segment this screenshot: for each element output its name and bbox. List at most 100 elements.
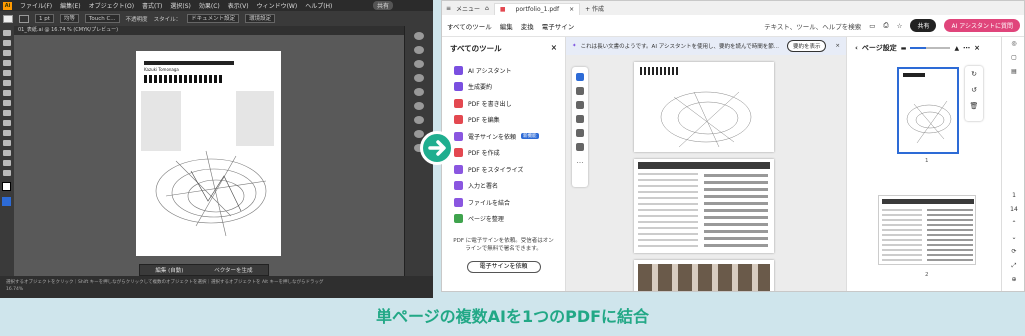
zoom-out-icon[interactable]: ▬ [901,45,907,52]
illustrator-canvas[interactable]: Kazuki Tomonaga [14,35,404,260]
delete-icon[interactable]: 🗑 [965,98,983,114]
rotate-ccw-icon[interactable]: ↺ [965,82,983,98]
zoom-out-rail-icon[interactable]: ⊖ [1002,287,1024,291]
artboard[interactable]: Kazuki Tomonaga [136,51,281,256]
transparency-panel-icon[interactable] [414,116,424,124]
stamp-icon[interactable] [576,143,584,151]
opacity-label[interactable]: 不透明度 [126,15,148,23]
type-tool-icon[interactable] [3,70,11,76]
close-tab-icon[interactable]: × [569,6,574,13]
home-icon[interactable]: ⌂ [485,5,489,12]
tool-request-esign[interactable]: 電子サインを依頼 新機能 [442,128,565,145]
show-summary-button[interactable]: 要約を表示 [786,40,827,52]
tool-fill-sign[interactable]: 入力と署名 [442,178,565,195]
zoom-tool-icon[interactable] [3,170,11,176]
page-down-icon[interactable]: ⌄ [1002,231,1024,245]
rotate-tool-icon[interactable] [3,100,11,106]
search-field[interactable]: テキスト、ツール、ヘルプを検索 [764,21,861,31]
menu-view[interactable]: 表示(V) [228,1,249,10]
edit-auto-button[interactable]: 編集 (自動) [155,266,183,274]
tab-esign[interactable]: 電子サイン [542,21,575,31]
menu-help[interactable]: ヘルプ(H) [305,1,332,10]
tab-edit[interactable]: 編集 [500,21,513,31]
bookmark-icon[interactable]: ☆ [897,22,903,30]
eyedropper-tool-icon[interactable] [3,150,11,156]
document-setup-button[interactable]: ドキュメント設定 [187,14,240,23]
rectangle-tool-icon[interactable] [3,90,11,96]
page-thumb-2[interactable] [878,195,976,265]
save-icon[interactable]: ▭ [869,22,875,30]
menu-object[interactable]: オブジェクト(O) [89,1,134,10]
rotate-cw-icon[interactable]: ↻ [965,66,983,82]
zoom-level[interactable]: 16.74% [6,286,427,293]
tool-ai-assistant[interactable]: AI アシスタント [442,62,565,79]
print-icon[interactable]: ⎙ [883,21,888,30]
swatches-panel-icon[interactable] [414,88,424,96]
pen-tool-icon[interactable] [3,50,11,56]
thumbnail-size-slider[interactable] [910,47,951,49]
menu-icon[interactable]: ≡ [446,5,451,12]
pages-icon[interactable]: ▤ [1002,65,1024,79]
close-panel-icon[interactable]: × [551,43,557,54]
line-tool-icon[interactable] [3,80,11,86]
text-box-icon[interactable] [576,129,584,137]
fit-page-icon[interactable]: ⤢ [1002,259,1024,273]
preferences-button[interactable]: 環境設定 [245,14,276,23]
comment-icon[interactable]: ▢ [1002,51,1024,65]
page-current[interactable]: 1 [1002,189,1024,203]
width-tool-icon[interactable] [3,120,11,126]
zoom-in-icon[interactable]: ▲ [954,45,959,52]
zoom-icon[interactable] [576,87,584,95]
request-esign-button[interactable]: 電子サインを依頼 [466,261,541,273]
tool-export-pdf[interactable]: PDF を書き出し [442,95,565,112]
shape-builder-tool-icon[interactable] [3,130,11,136]
select-cursor-icon[interactable] [576,73,584,81]
screen-mode-icon[interactable] [2,197,11,206]
gradient-tool-icon[interactable] [3,140,11,146]
layers-panel-icon[interactable] [414,46,424,54]
libraries-panel-icon[interactable] [414,60,424,68]
illustrator-share-button[interactable]: 共有 [372,1,393,10]
tool-edit-pdf[interactable]: PDF を編集 [442,112,565,129]
hand-tool-icon[interactable] [3,160,11,166]
properties-panel-icon[interactable] [414,32,424,40]
ai-chat-icon[interactable]: ◎ [1002,37,1024,51]
fill-color-icon[interactable] [2,182,11,191]
document-tab[interactable]: ■ portfolio_1.pdf × [493,3,581,15]
menu-file[interactable]: ファイル(F) [20,1,52,10]
refresh-icon[interactable]: ⟳ [1002,245,1024,259]
new-tab-button[interactable]: + 作成 [585,4,604,13]
menu-window[interactable]: ウィンドウ(W) [257,1,298,10]
zoom-in-rail-icon[interactable]: ⊕ [1002,273,1024,287]
page-up-icon[interactable]: ⌃ [1002,217,1024,231]
document-tab[interactable]: 01_表紙.ai @ 16.74 % (CMYK/プレビュー) [14,26,404,35]
ai-assistant-button[interactable]: AI アシスタントに質問 [944,19,1020,32]
menu-effect[interactable]: 効果(C) [199,1,220,10]
menu-type[interactable]: 書式(T) [142,1,162,10]
stroke-weight-field[interactable]: 1 pt [35,14,54,23]
brush-tool-icon[interactable] [3,60,11,66]
tool-summary[interactable]: 生成要約 [442,79,565,96]
close-page-panel-icon[interactable]: × [974,44,980,52]
tool-organize-pages[interactable]: ページを整理 [442,211,565,228]
tab-all-tools[interactable]: すべてのツール [447,21,492,31]
scale-tool-icon[interactable] [3,110,11,116]
comment-pen-icon[interactable] [576,101,584,109]
stroke-profile[interactable]: 均等 [59,14,79,23]
stroke-panel-icon[interactable] [414,102,424,110]
close-banner-icon[interactable]: × [835,43,840,49]
tool-combine-files[interactable]: ファイルを結合 [442,194,565,211]
draw-icon[interactable] [576,115,584,123]
brush-selector[interactable]: Touch C... [84,14,120,23]
share-button[interactable]: 共有 [910,19,937,32]
tool-create-pdf[interactable]: PDF を作成 [442,145,565,162]
more-icon[interactable]: … [576,157,584,165]
page-thumb-1[interactable] [897,67,959,154]
tab-convert[interactable]: 変換 [521,21,534,31]
menu-select[interactable]: 選択(S) [170,1,191,10]
color-panel-icon[interactable] [414,74,424,82]
generate-vector-button[interactable]: ベクターを生成 [214,266,252,274]
selection-tool-icon[interactable] [3,30,11,36]
menu-edit[interactable]: 編集(E) [60,1,80,10]
fill-swatch[interactable] [3,14,13,23]
